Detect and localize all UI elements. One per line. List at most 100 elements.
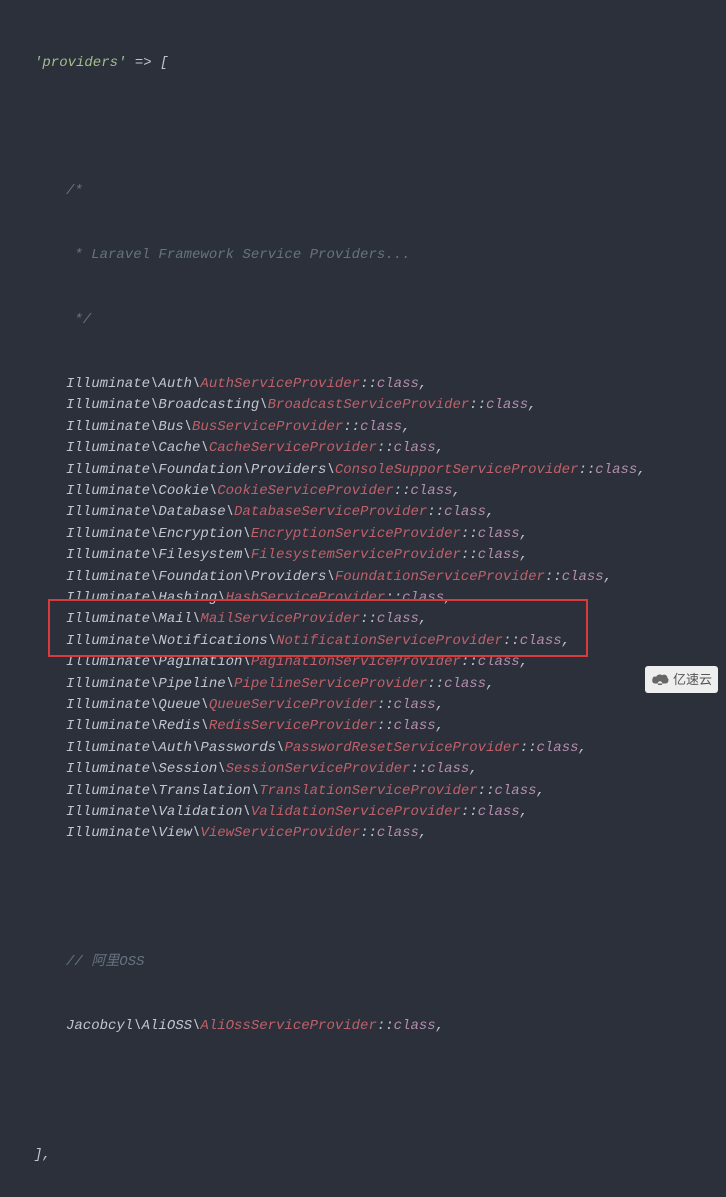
namespace-text: Illuminate\Validation\ <box>66 804 251 820</box>
cloud-icon <box>651 673 669 685</box>
class-keyword: class <box>562 569 604 585</box>
class-name: NotificationServiceProvider <box>276 633 503 649</box>
provider-line: Illuminate\Database\DatabaseServiceProvi… <box>34 502 726 523</box>
double-colon: :: <box>410 761 427 777</box>
comma: , <box>436 440 444 456</box>
provider-line: Illuminate\Session\SessionServiceProvide… <box>34 759 726 780</box>
provider-line: Illuminate\Pagination\PaginationServiceP… <box>34 652 726 673</box>
watermark-text: 亿速云 <box>673 669 712 690</box>
class-keyword: class <box>478 547 520 563</box>
double-colon: :: <box>545 569 562 585</box>
provider-line: Illuminate\Queue\QueueServiceProvider::c… <box>34 695 726 716</box>
double-colon: :: <box>478 783 495 799</box>
provider-line: Illuminate\Cookie\CookieServiceProvider:… <box>34 481 726 502</box>
class-name: RedisServiceProvider <box>209 718 377 734</box>
class-name: ValidationServiceProvider <box>251 804 461 820</box>
comma: , <box>520 654 528 670</box>
class-keyword: class <box>394 440 436 456</box>
class-keyword: class <box>394 718 436 734</box>
comma: , <box>436 1018 444 1034</box>
comma: , <box>469 761 477 777</box>
comma: , <box>419 611 427 627</box>
class-name: PipelineServiceProvider <box>234 676 427 692</box>
comma: , <box>528 397 536 413</box>
provider-line: Illuminate\Bus\BusServiceProvider::class… <box>34 417 726 438</box>
namespace-text: Illuminate\Bus\ <box>66 419 192 435</box>
comma: , <box>579 740 587 756</box>
namespace-text: Illuminate\Cache\ <box>66 440 209 456</box>
class-name: SessionServiceProvider <box>226 761 411 777</box>
comma: , <box>486 676 494 692</box>
code-block: 'providers' => [ /* * Laravel Framework … <box>0 0 726 1197</box>
provider-line: Illuminate\Foundation\Providers\ConsoleS… <box>34 460 726 481</box>
namespace-text: Illuminate\Pipeline\ <box>66 676 234 692</box>
class-keyword: class <box>478 654 520 670</box>
class-keyword: class <box>478 526 520 542</box>
comma: , <box>520 804 528 820</box>
double-colon: :: <box>343 419 360 435</box>
namespace-text: Illuminate\Foundation\Providers\ <box>66 462 335 478</box>
provider-line: Illuminate\Cache\CacheServiceProvider::c… <box>34 438 726 459</box>
double-colon: :: <box>520 740 537 756</box>
namespace-text: Illuminate\View\ <box>66 825 200 841</box>
namespace-text: Illuminate\Translation\ <box>66 783 259 799</box>
comma: , <box>637 462 645 478</box>
double-colon: :: <box>360 376 377 392</box>
comment-line: */ <box>34 310 726 331</box>
double-colon: :: <box>461 804 478 820</box>
namespace-text: Illuminate\Mail\ <box>66 611 200 627</box>
class-name: EncryptionServiceProvider <box>251 526 461 542</box>
blank-line <box>34 1080 726 1101</box>
provider-line: Illuminate\Redis\RedisServiceProvider::c… <box>34 716 726 737</box>
namespace-text: Illuminate\Database\ <box>66 504 234 520</box>
class-name: AliOssServiceProvider <box>200 1018 376 1034</box>
comma: , <box>436 697 444 713</box>
class-name: HashServiceProvider <box>226 590 386 606</box>
class-keyword: class <box>444 504 486 520</box>
class-keyword: class <box>494 783 536 799</box>
namespace-text: Illuminate\Filesystem\ <box>66 547 251 563</box>
class-name: FoundationServiceProvider <box>335 569 545 585</box>
config-key: 'providers' <box>34 55 126 71</box>
class-keyword: class <box>427 761 469 777</box>
namespace-text: Illuminate\Auth\Passwords\ <box>66 740 284 756</box>
namespace-text: Illuminate\Pagination\ <box>66 654 251 670</box>
arrow-bracket: => [ <box>126 55 168 71</box>
class-keyword: class <box>444 676 486 692</box>
comma: , <box>436 718 444 734</box>
class-name: FilesystemServiceProvider <box>251 547 461 563</box>
comment-line: * Laravel Framework Service Providers... <box>34 245 726 266</box>
double-colon: :: <box>461 547 478 563</box>
class-keyword: class <box>537 740 579 756</box>
double-colon: :: <box>360 825 377 841</box>
class-name: BroadcastServiceProvider <box>268 397 470 413</box>
comma: , <box>444 590 452 606</box>
namespace-text: Illuminate\Broadcasting\ <box>66 397 268 413</box>
provider-line: Illuminate\Auth\AuthServiceProvider::cla… <box>34 374 726 395</box>
class-keyword: class <box>520 633 562 649</box>
comma: , <box>402 419 410 435</box>
blank-line <box>34 888 726 909</box>
class-name: DatabaseServiceProvider <box>234 504 427 520</box>
double-colon: :: <box>360 611 377 627</box>
provider-line: Illuminate\Validation\ValidationServiceP… <box>34 802 726 823</box>
providers-list: Illuminate\Auth\AuthServiceProvider::cla… <box>34 374 726 845</box>
class-name: ViewServiceProvider <box>200 825 360 841</box>
class-keyword: class <box>394 697 436 713</box>
highlighted-comment: // 阿里OSS <box>34 952 726 973</box>
class-keyword: class <box>486 397 528 413</box>
comma: , <box>604 569 612 585</box>
class-keyword: class <box>377 611 419 627</box>
double-colon: :: <box>377 440 394 456</box>
class-name: TranslationServiceProvider <box>259 783 477 799</box>
comma: , <box>419 825 427 841</box>
provider-line: Illuminate\Translation\TranslationServic… <box>34 781 726 802</box>
class-name: MailServiceProvider <box>200 611 360 627</box>
class-name: ConsoleSupportServiceProvider <box>335 462 579 478</box>
comment-line: /* <box>34 181 726 202</box>
provider-line: Illuminate\Pipeline\PipelineServiceProvi… <box>34 674 726 695</box>
blank-line <box>34 117 726 138</box>
class-name: BusServiceProvider <box>192 419 343 435</box>
provider-line: Illuminate\Hashing\HashServiceProvider::… <box>34 588 726 609</box>
comma: , <box>562 633 570 649</box>
